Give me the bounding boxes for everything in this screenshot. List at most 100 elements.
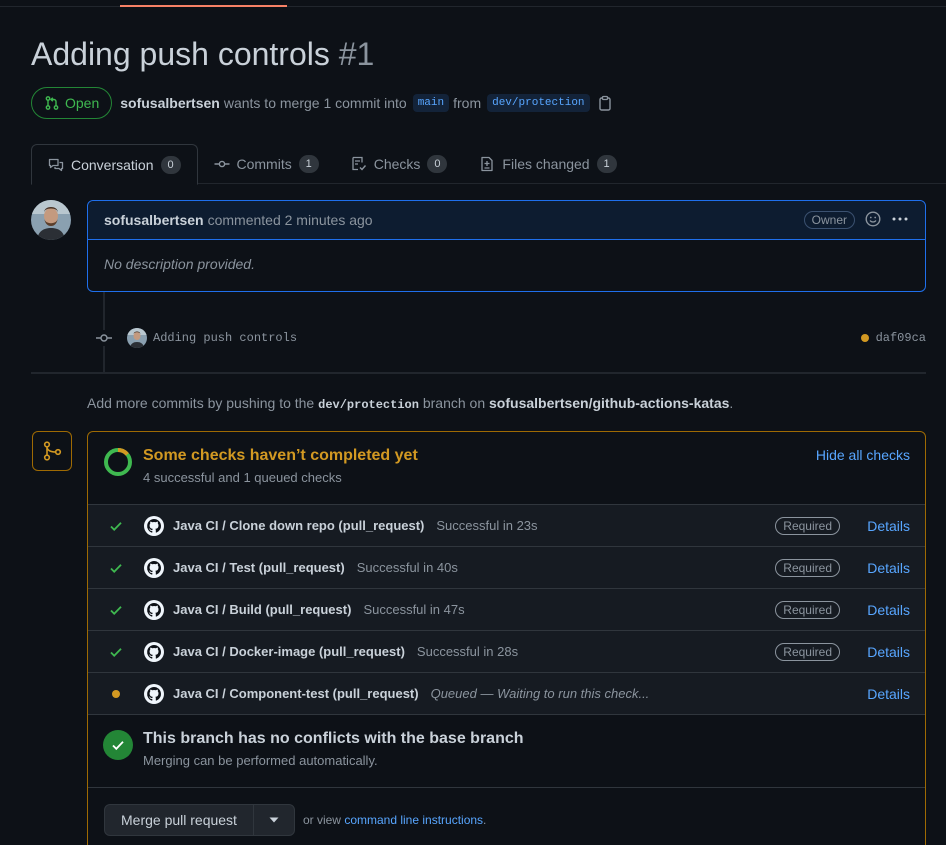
comment-body: No description provided. — [104, 256, 255, 272]
check-details-link[interactable]: Details — [867, 602, 910, 618]
check-description: Successful in 23s — [436, 518, 538, 533]
commit-status-dot[interactable] — [860, 334, 869, 342]
check-description: Queued — Waiting to run this check... — [430, 686, 650, 701]
check-status — [88, 689, 144, 698]
queued-dot-icon — [112, 689, 120, 698]
check-details-link[interactable]: Details — [867, 518, 910, 534]
timeline-commit: Adding push controls daf09ca — [95, 326, 926, 350]
push-note-suffix: . — [729, 395, 734, 411]
owner-badge: Owner — [803, 211, 855, 229]
pr-description-comment: sofusalbertsen commented 2 minutes ago O… — [87, 200, 926, 292]
conflicts-title: This branch has no conflicts with the ba… — [143, 730, 524, 747]
smiley-icon — [865, 210, 881, 227]
tab-label: Commits — [236, 156, 292, 172]
merge-summary: wants to merge 1 commit into — [223, 94, 407, 111]
push-note-middle: branch on — [422, 395, 486, 411]
push-note-prefix: Add more commits by pushing to the — [87, 395, 315, 411]
required-badge: Required — [775, 600, 840, 619]
copy-icon — [598, 95, 611, 111]
timeline-divider — [31, 372, 926, 374]
check-details-link[interactable]: Details — [867, 560, 910, 576]
tab-files-changed[interactable]: Files changed 1 — [463, 144, 632, 184]
page-title: Adding push controls #1 — [31, 36, 374, 73]
push-note-branch: dev/protection — [318, 398, 419, 412]
git-pull-request-icon — [45, 95, 59, 110]
head-branch[interactable]: dev/protection — [487, 93, 590, 112]
kebab-horizontal-icon — [892, 217, 908, 220]
tab-conversation[interactable]: Conversation 0 — [31, 144, 198, 185]
add-reaction-button[interactable] — [865, 210, 881, 230]
git-commit-icon — [214, 160, 229, 168]
git-commit-icon — [95, 330, 113, 346]
command-line-instructions-link[interactable]: command line instructions — [344, 813, 483, 827]
tab-label: Checks — [373, 156, 421, 172]
tab-counter: 0 — [427, 155, 448, 173]
comment-timestamp[interactable]: commented 2 minutes ago — [208, 212, 373, 228]
status-label: Open — [65, 94, 100, 111]
commit-message-link[interactable]: Adding push controls — [153, 331, 297, 345]
comment-author-link[interactable]: sofusalbertsen — [104, 212, 204, 228]
commit-sha-group: daf09ca — [860, 331, 926, 345]
checklist-icon — [352, 156, 366, 171]
user-avatar-image — [31, 200, 71, 240]
avatar[interactable] — [31, 200, 71, 240]
tab-checks[interactable]: Checks 0 — [335, 144, 464, 184]
merge-method-dropdown[interactable] — [254, 805, 294, 835]
pr-number: #1 — [338, 36, 375, 72]
check-circle-icon — [103, 730, 133, 760]
check-status — [88, 561, 144, 575]
comment-discussion-icon — [48, 158, 64, 171]
checks-progress-ring-icon — [104, 447, 132, 476]
merge-status-icon — [32, 431, 72, 471]
comment-header: sofusalbertsen commented 2 minutes ago O… — [88, 201, 925, 240]
check-status — [88, 603, 144, 617]
check-status — [88, 519, 144, 533]
commit-sha-link[interactable]: daf09ca — [876, 331, 926, 345]
check-name: Java CI / Test (pull_request) — [173, 560, 345, 575]
github-logo-icon — [144, 683, 164, 704]
check-row: Java CI / Clone down repo (pull_request)… — [88, 505, 925, 547]
check-name: Java CI / Build (pull_request) — [173, 602, 352, 617]
pr-tabs: Conversation 0 Commits 1 Checks 0 Files … — [31, 144, 946, 185]
check-name: Java CI / Docker-image (pull_request) — [173, 644, 405, 659]
merge-actions: Merge pull request or view command line … — [88, 788, 925, 845]
required-badge: Required — [775, 642, 840, 661]
check-icon — [110, 563, 122, 573]
github-logo-icon — [144, 557, 164, 578]
tab-counter: 0 — [160, 155, 181, 174]
checks-summary-title: Some checks haven’t completed yet — [143, 447, 418, 464]
hide-all-checks-link[interactable]: Hide all checks — [816, 447, 910, 463]
push-note-repo-link[interactable]: sofusalbertsen/github-actions-katas — [489, 395, 729, 411]
file-diff-icon — [481, 156, 494, 172]
pr-author-link[interactable]: sofusalbertsen — [120, 95, 220, 111]
github-logo-icon — [144, 599, 164, 620]
or-view-label: or view — [302, 813, 341, 827]
user-avatar-image — [127, 328, 147, 348]
checks-summary-subtitle: 4 successful and 1 queued checks — [143, 470, 342, 485]
check-details-link[interactable]: Details — [867, 686, 910, 702]
check-icon — [110, 521, 122, 531]
merge-box: Some checks haven’t completed yet 4 succ… — [87, 431, 926, 845]
github-logo-icon — [144, 641, 164, 662]
merge-pull-request-button[interactable]: Merge pull request — [105, 805, 254, 835]
comment-options-button[interactable] — [891, 211, 909, 230]
triangle-down-icon — [269, 817, 279, 823]
or-view-text: or view command line instructions. — [303, 813, 486, 827]
check-description: Successful in 40s — [356, 560, 458, 575]
tab-commits[interactable]: Commits 1 — [198, 144, 335, 184]
checks-summary: Some checks haven’t completed yet 4 succ… — [88, 432, 925, 505]
merge-suffix: . — [483, 813, 487, 827]
comment-actions: Owner — [803, 210, 909, 230]
required-badge: Required — [775, 558, 840, 577]
check-row: Java CI / Component-test (pull_request) … — [88, 673, 925, 715]
conflicts-subtitle: Merging can be performed automatically. — [143, 753, 378, 768]
status-badge: Open — [31, 86, 113, 119]
commit-author-avatar[interactable] — [127, 328, 147, 348]
pr-title: Adding push controls — [31, 36, 330, 72]
copy-branch-button[interactable] — [598, 95, 612, 111]
check-name: Java CI / Clone down repo (pull_request) — [173, 518, 425, 533]
check-details-link[interactable]: Details — [867, 644, 910, 660]
base-branch[interactable]: main — [412, 93, 450, 112]
tab-label: Conversation — [71, 156, 154, 173]
tab-counter: 1 — [596, 155, 617, 173]
